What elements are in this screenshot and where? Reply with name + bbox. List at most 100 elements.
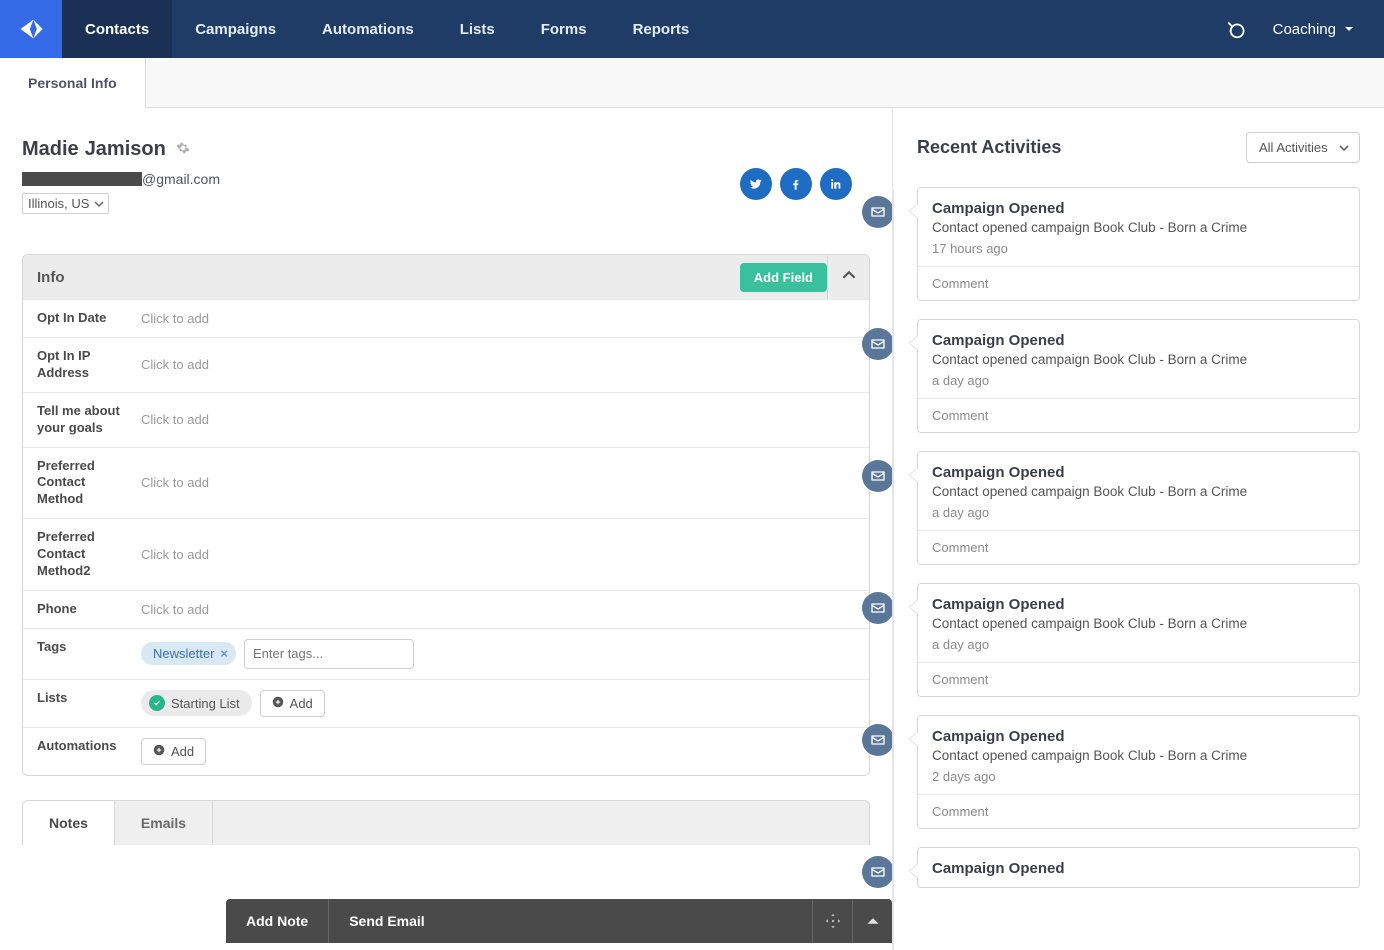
activity-title: Campaign Opened [932,200,1345,217]
activity-time: 17 hours ago [932,241,1345,256]
activity-body: Campaign OpenedContact opened campaign B… [918,584,1359,662]
nav-forms[interactable]: Forms [518,0,610,58]
label-tags: Tags [23,629,131,679]
label-opt-in-date: Opt In Date [23,300,131,337]
recent-activities-header: Recent Activities All Activities [917,132,1360,163]
activity-comment[interactable]: Comment [918,266,1359,300]
label-lists: Lists [23,680,131,727]
field-opt-in-ip[interactable]: Click to add [131,338,869,392]
send-email-button[interactable]: Send Email [328,899,444,943]
activity-desc: Contact opened campaign Book Club - Born… [932,220,1345,235]
collapse-toggle[interactable] [827,255,869,299]
add-field-button[interactable]: Add Field [740,263,827,292]
activity-comment[interactable]: Comment [918,662,1359,696]
activity-card: Campaign Opened Contact opened campaign B… [917,187,1360,301]
field-lists: Starting List Add [131,680,869,727]
nav-contacts[interactable]: Contacts [62,0,172,58]
tab-emails[interactable]: Emails [115,801,213,845]
collapse-up-icon[interactable] [852,899,892,943]
list-chip-label: Starting List [171,696,240,711]
facebook-icon[interactable] [780,168,812,200]
activity-desc: Contact opened campaign Book Club - Born… [932,484,1345,499]
tab-notes[interactable]: Notes [23,801,115,845]
redacted-email-local [22,172,142,186]
contact-last-name: Jamison [85,138,166,161]
chevron-up-icon [842,268,856,286]
activity-comment[interactable]: Comment [918,398,1359,432]
activity-timeline: Campaign Opened Contact opened campaign B… [917,187,1360,888]
mail-icon [862,592,894,624]
info-panel: Info Add Field Opt In Date Click to add … [22,254,870,776]
activity-title: Campaign Opened [932,464,1345,481]
card-pointer [909,203,918,219]
activity-body: Campaign OpenedContact opened campaign B… [918,716,1359,794]
tab-personal-info[interactable]: Personal Info [0,58,146,108]
add-list-button[interactable]: Add [260,690,325,717]
activity-time: 2 days ago [932,769,1345,784]
remove-tag-icon[interactable]: × [220,646,228,661]
add-automation-button[interactable]: Add [141,738,206,765]
field-opt-in-date[interactable]: Click to add [131,300,869,337]
mail-icon [862,328,894,360]
info-title: Info [37,269,65,286]
search-icon[interactable] [1227,17,1251,41]
twitter-icon[interactable] [740,168,772,200]
notes-emails-tabs: Notes Emails [22,800,870,845]
activity-time: a day ago [932,505,1345,520]
email-domain: @gmail.com [142,171,220,187]
activity-comment[interactable]: Comment [918,530,1359,564]
activity-desc: Contact opened campaign Book Club - Born… [932,352,1345,367]
label-phone: Phone [23,591,131,628]
check-circle-icon [149,695,165,711]
mail-icon [862,196,894,228]
location-select[interactable]: Illinois, US [22,193,109,214]
activity-body: Campaign Opened Contact opened campaign B… [918,452,1359,530]
tag-chip: Newsletter × [141,642,236,665]
move-handle-icon[interactable] [812,899,852,943]
mail-icon [862,856,894,888]
tags-input[interactable] [244,639,414,669]
mail-icon [862,724,894,756]
list-chip[interactable]: Starting List [141,690,252,716]
nav-campaigns[interactable]: Campaigns [172,0,299,58]
activity-comment[interactable]: Comment [918,794,1359,828]
gear-icon[interactable] [176,138,190,161]
label-pcm: Preferred Contact Method [23,448,131,519]
nav-automations[interactable]: Automations [299,0,437,58]
activity-title: Campaign Opened [932,596,1345,613]
account-menu[interactable]: Coaching [1273,21,1354,38]
activity-filter[interactable]: All Activities [1246,132,1360,163]
card-pointer [909,599,918,615]
activity-card: Campaign OpenedContact opened campaign B… [917,583,1360,697]
activity-card: Campaign OpenedContact opened campaign B… [917,715,1360,829]
field-phone[interactable]: Click to add [131,591,869,628]
nav-reports[interactable]: Reports [610,0,713,58]
mail-icon [862,460,894,492]
activity-card: Campaign Opened Contact opened campaign B… [917,319,1360,433]
field-goals[interactable]: Click to add [131,393,869,447]
floating-action-bar: Add Note Send Email [226,899,892,943]
field-tags: Newsletter × [131,629,869,679]
field-automations: Add [131,728,869,775]
recent-activities-title: Recent Activities [917,137,1061,158]
add-list-label: Add [290,696,313,711]
nav-lists[interactable]: Lists [437,0,518,58]
label-automations: Automations [23,728,131,775]
add-note-button[interactable]: Add Note [226,899,328,943]
info-panel-header: Info Add Field [23,255,869,299]
linkedin-icon[interactable] [820,168,852,200]
label-pcm2: Preferred Contact Method2 [23,519,131,590]
field-pcm[interactable]: Click to add [131,448,869,519]
timeline-line [892,190,894,950]
activity-body: Campaign Opened [918,848,1359,887]
label-goals: Tell me about your goals [23,393,131,447]
plus-icon [272,696,284,711]
activity-title: Campaign Opened [932,332,1345,349]
logo[interactable] [0,0,62,58]
activity-card: Campaign Opened Contact opened campaign B… [917,451,1360,565]
add-automation-label: Add [171,744,194,759]
activity-time: a day ago [932,637,1345,652]
activity-body: Campaign Opened Contact opened campaign B… [918,188,1359,266]
activity-desc: Contact opened campaign Book Club - Born… [932,748,1345,763]
field-pcm2[interactable]: Click to add [131,519,869,590]
